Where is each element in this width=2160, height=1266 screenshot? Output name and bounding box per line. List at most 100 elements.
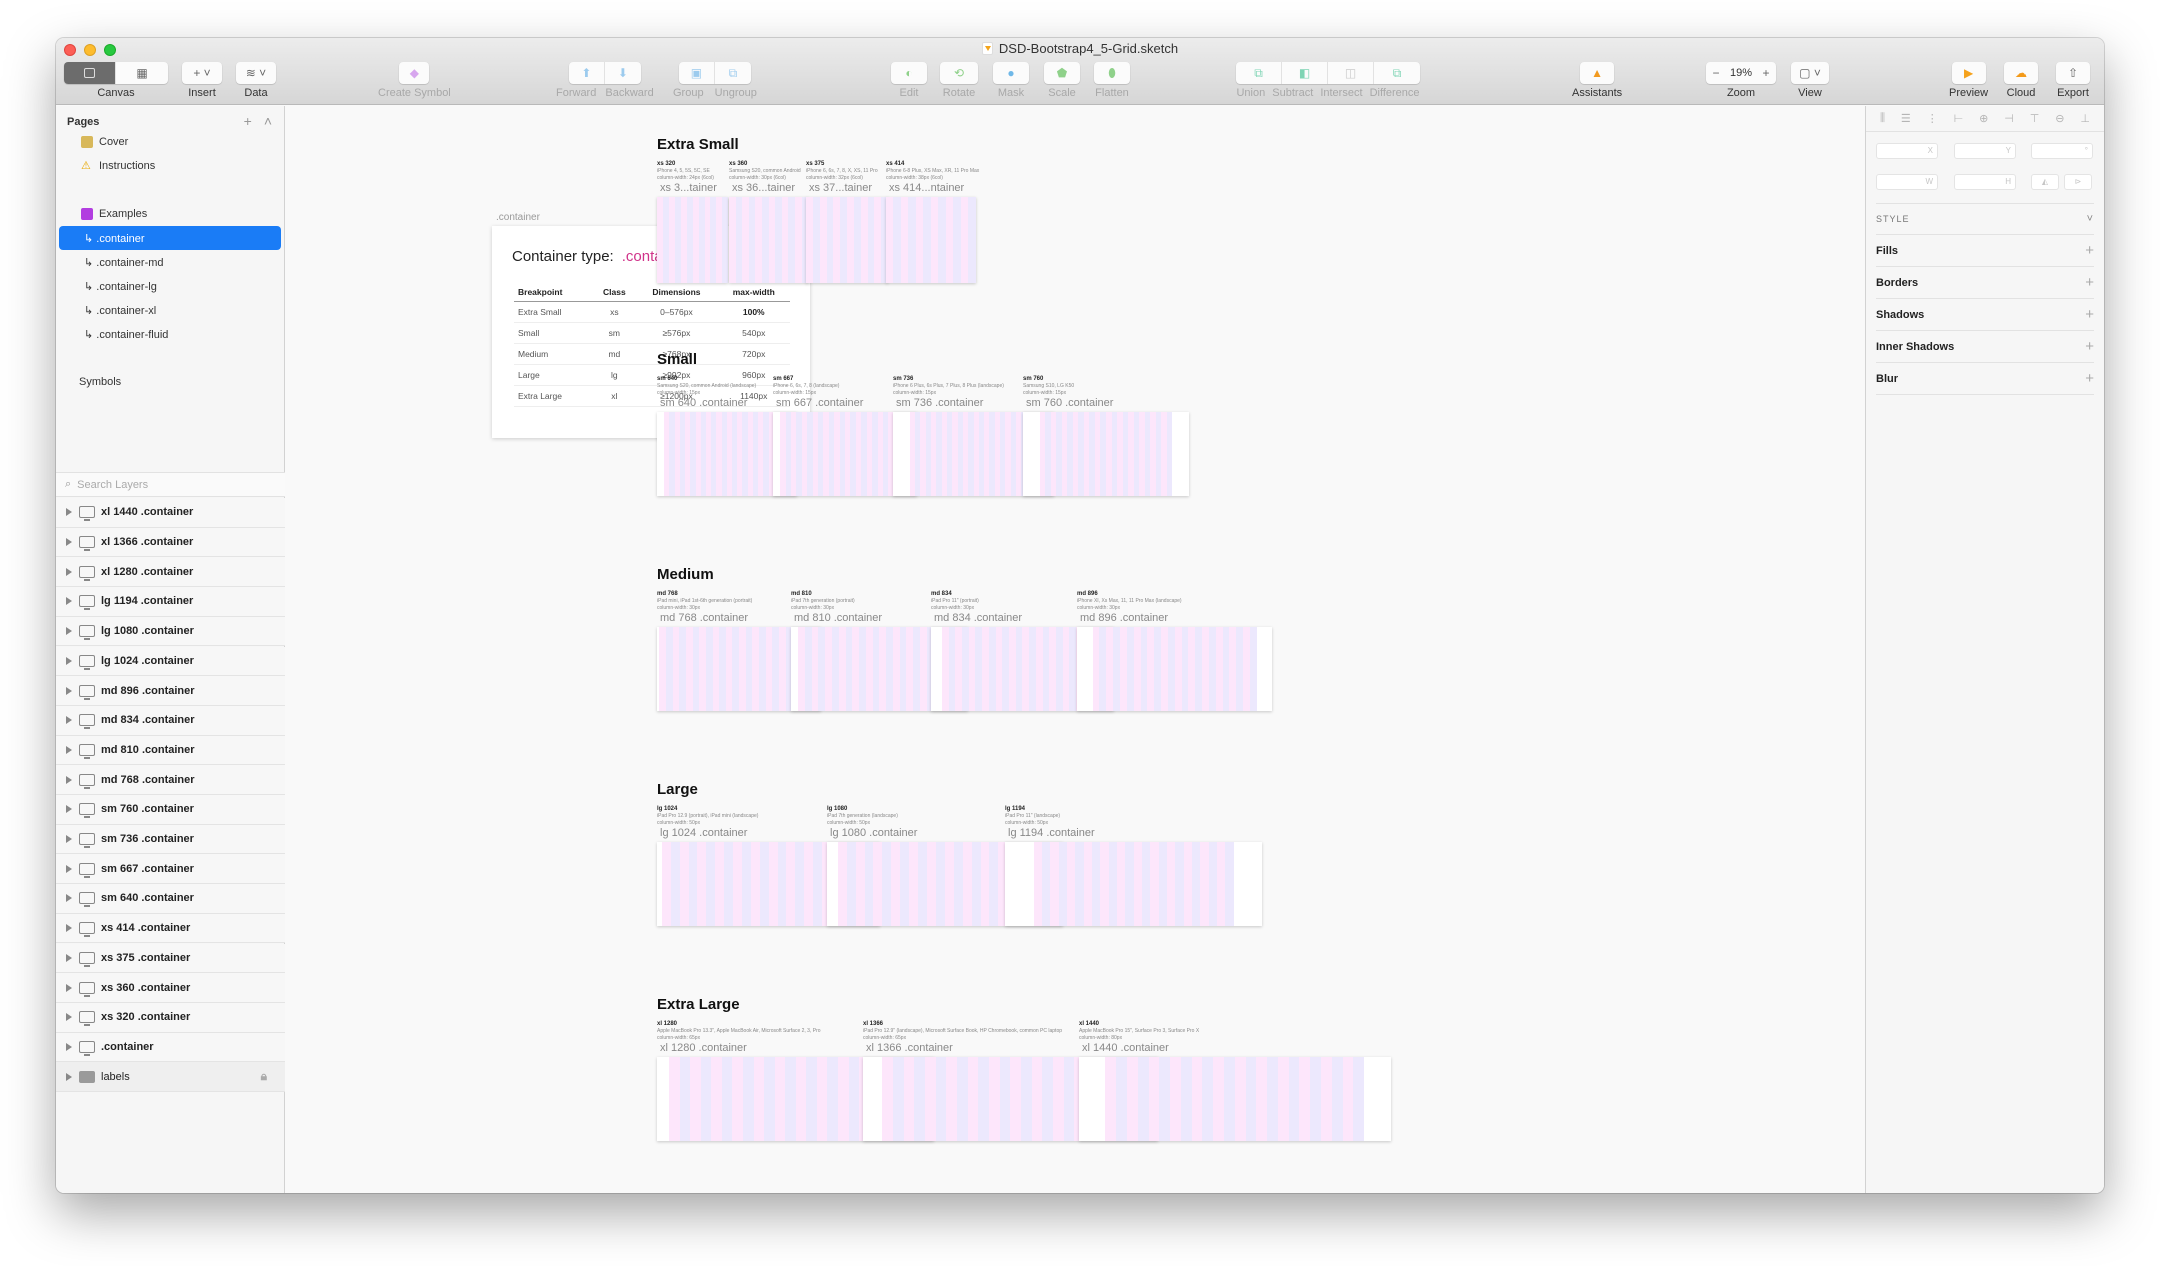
- insert-button[interactable]: + ˅: [182, 62, 222, 84]
- zoom-out-button[interactable]: −: [1706, 62, 1726, 84]
- layer-row[interactable]: xs 320 .container: [56, 1002, 285, 1033]
- page-item[interactable]: Symbols: [59, 370, 281, 394]
- distribute-horizontal-icon[interactable]: ⫼: [1880, 112, 1885, 125]
- x-position-field[interactable]: X: [1876, 143, 1938, 159]
- style-header[interactable]: STYLE ˅: [1876, 203, 2094, 235]
- layer-row[interactable]: md 896 .container: [56, 676, 285, 706]
- flip-horizontal-button[interactable]: ◭: [2031, 174, 2059, 190]
- lock-icon[interactable]: 🔒︎: [261, 1069, 267, 1084]
- disclosure-triangle-icon[interactable]: [66, 508, 72, 517]
- layer-row[interactable]: xl 1366 .container: [56, 527, 285, 558]
- width-field[interactable]: W: [1876, 174, 1938, 190]
- group-button[interactable]: ▣: [679, 62, 715, 84]
- disclosure-triangle-icon[interactable]: [66, 983, 72, 992]
- height-field[interactable]: H: [1954, 174, 2016, 190]
- page-item[interactable]: ↳ .container-lg: [59, 274, 281, 298]
- style-section-inner-shadows[interactable]: Inner Shadows +: [1876, 331, 2094, 363]
- layer-row[interactable]: md 834 .container: [56, 705, 285, 736]
- disclosure-triangle-icon[interactable]: [66, 627, 72, 636]
- disclosure-triangle-icon[interactable]: [66, 894, 72, 903]
- disclosure-triangle-icon[interactable]: [66, 656, 72, 665]
- align-center-icon[interactable]: ⊕: [1979, 112, 1988, 125]
- artboard-frame[interactable]: [1023, 412, 1189, 496]
- disclosure-triangle-icon[interactable]: [66, 745, 72, 754]
- add-icon[interactable]: +: [2085, 370, 2094, 387]
- layer-row[interactable]: sm 736 .container: [56, 824, 285, 855]
- backward-button[interactable]: ⬇: [605, 62, 641, 84]
- page-item[interactable]: ↳ .container: [59, 226, 281, 250]
- grid-view-button[interactable]: ▦: [116, 62, 168, 84]
- add-icon[interactable]: +: [2085, 242, 2094, 259]
- layer-row[interactable]: lg 1194 .container: [56, 587, 285, 617]
- disclosure-triangle-icon[interactable]: [66, 835, 72, 844]
- mask-button[interactable]: ●: [993, 62, 1029, 84]
- align-top-icon[interactable]: ⊤: [2030, 112, 2040, 125]
- rotate-button[interactable]: ⟲: [940, 62, 978, 84]
- add-icon[interactable]: +: [2085, 338, 2094, 355]
- add-page-icon[interactable]: +: [244, 113, 252, 129]
- add-icon[interactable]: +: [2085, 274, 2094, 291]
- page-item[interactable]: ↳ .container-md: [59, 250, 281, 274]
- ungroup-button[interactable]: ⧉: [715, 62, 751, 84]
- disclosure-triangle-icon[interactable]: [66, 924, 72, 933]
- search-layers-field[interactable]: ⌕ Search Layers: [56, 472, 285, 497]
- page-item[interactable]: ⚠ Instructions: [59, 154, 281, 178]
- disclosure-triangle-icon[interactable]: [66, 805, 72, 814]
- disclosure-triangle-icon[interactable]: [66, 1042, 72, 1051]
- layer-row[interactable]: sm 640 .container: [56, 884, 285, 914]
- artboard-frame[interactable]: [806, 197, 889, 283]
- union-button[interactable]: ⧉: [1236, 62, 1282, 84]
- cloud-button[interactable]: ☁: [2004, 62, 2038, 84]
- layer-row[interactable]: md 810 .container: [56, 735, 285, 766]
- align-right-icon[interactable]: ⊣: [2004, 112, 2014, 125]
- collapse-pages-icon[interactable]: ˄: [264, 113, 272, 129]
- style-section-fills[interactable]: Fills +: [1876, 235, 2094, 267]
- distribute-vertical-icon[interactable]: ☰: [1901, 112, 1911, 125]
- y-position-field[interactable]: Y: [1954, 143, 2016, 159]
- zoom-in-button[interactable]: +: [1756, 62, 1776, 84]
- disclosure-triangle-icon[interactable]: [66, 864, 72, 873]
- disclosure-triangle-icon[interactable]: [66, 686, 72, 695]
- layer-row[interactable]: sm 760 .container: [56, 795, 285, 825]
- zoom-value[interactable]: 19%: [1726, 62, 1756, 84]
- layer-row[interactable]: md 768 .container: [56, 765, 285, 795]
- scale-button[interactable]: ⬟: [1044, 62, 1080, 84]
- disclosure-triangle-icon[interactable]: [66, 1072, 72, 1081]
- artboard-frame[interactable]: [729, 197, 809, 283]
- forward-button[interactable]: ⬆: [569, 62, 605, 84]
- disclosure-triangle-icon[interactable]: [66, 775, 72, 784]
- add-icon[interactable]: +: [2085, 306, 2094, 323]
- flatten-button[interactable]: ⬮: [1094, 62, 1130, 84]
- layer-row[interactable]: xs 414 .container: [56, 913, 285, 944]
- data-button[interactable]: ≋ ˅: [236, 62, 276, 84]
- page-item[interactable]: Cover: [59, 130, 281, 154]
- layer-row[interactable]: xl 1440 .container: [56, 498, 285, 528]
- artboard-frame[interactable]: [886, 197, 976, 283]
- page-item[interactable]: Examples: [59, 202, 281, 226]
- layer-row[interactable]: lg 1024 .container: [56, 646, 285, 677]
- disclosure-triangle-icon[interactable]: [66, 1013, 72, 1022]
- disclosure-triangle-icon[interactable]: [66, 716, 72, 725]
- style-section-borders[interactable]: Borders +: [1876, 267, 2094, 299]
- subtract-button[interactable]: ◧: [1282, 62, 1328, 84]
- page-item[interactable]: ↳ .container-xl: [59, 298, 281, 322]
- layer-row[interactable]: .container: [56, 1032, 285, 1063]
- layer-row[interactable]: sm 667 .container: [56, 854, 285, 885]
- flip-vertical-button[interactable]: ⊳: [2064, 174, 2092, 190]
- view-button[interactable]: ▢ ˅: [1791, 62, 1829, 84]
- layer-row[interactable]: xs 375 .container: [56, 943, 285, 974]
- align-middle-icon[interactable]: ⊖: [2055, 112, 2064, 125]
- preview-button[interactable]: ▶: [1952, 62, 1986, 84]
- export-button[interactable]: ⇧: [2056, 62, 2090, 84]
- disclosure-triangle-icon[interactable]: [66, 953, 72, 962]
- difference-button[interactable]: ⧉: [1374, 62, 1420, 84]
- page-item[interactable]: ↳ .container-fluid: [59, 322, 281, 346]
- create-symbol-button[interactable]: ◆: [399, 62, 429, 84]
- layer-row[interactable]: lg 1080 .container: [56, 616, 285, 647]
- disclosure-triangle-icon[interactable]: [66, 597, 72, 606]
- artboard-frame[interactable]: [657, 197, 729, 283]
- rotation-field[interactable]: °: [2031, 143, 2093, 159]
- canvas[interactable]: .container Container type: .container Bre…: [286, 106, 1864, 1193]
- layer-group-labels[interactable]: labels 🔒︎: [56, 1062, 285, 1092]
- style-section-shadows[interactable]: Shadows +: [1876, 299, 2094, 331]
